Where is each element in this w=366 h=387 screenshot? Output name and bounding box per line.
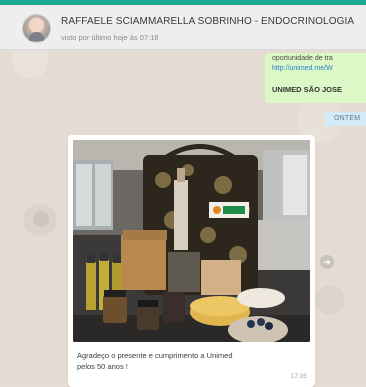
message-text: oportunidade de tra — [272, 55, 333, 62]
message-link[interactable]: http://unimed.me/W — [272, 65, 333, 72]
date-label: ONTEM — [334, 115, 361, 122]
date-divider: ONTEM — [325, 112, 366, 126]
chat-header[interactable]: RAFFAELE SCIAMMARELLA SOBRINHO - ENDOCRI… — [0, 5, 366, 50]
gift-basket-photo[interactable] — [73, 140, 310, 342]
gift-basket-photo-graphic — [73, 140, 310, 342]
message-signature: UNIMED SÃO JOSE — [272, 85, 343, 94]
contact-name[interactable]: RAFFAELE SCIAMMARELLA SOBRINHO - ENDOCRI… — [61, 16, 366, 27]
outgoing-message-bubble-continued[interactable]: UNIMED SÃO JOSE — [265, 78, 366, 103]
last-seen-status: visto por último hoje às 07:18 — [61, 33, 159, 42]
bubble-decoration-icon — [33, 211, 49, 227]
incoming-image-message[interactable]: Agradeço o presente e cumprimento a Unim… — [68, 135, 315, 387]
message-timestamp: 17:35 — [290, 373, 307, 380]
caption-line-1: Agradeço o presente e cumprimento a Unim… — [77, 351, 233, 360]
contact-avatar[interactable] — [22, 14, 51, 43]
image-caption: Agradeço o presente e cumprimento a Unim… — [77, 350, 277, 372]
forward-icon[interactable]: ➜ — [320, 255, 334, 269]
caption-line-2: pelos 50 anos ! — [77, 362, 128, 371]
